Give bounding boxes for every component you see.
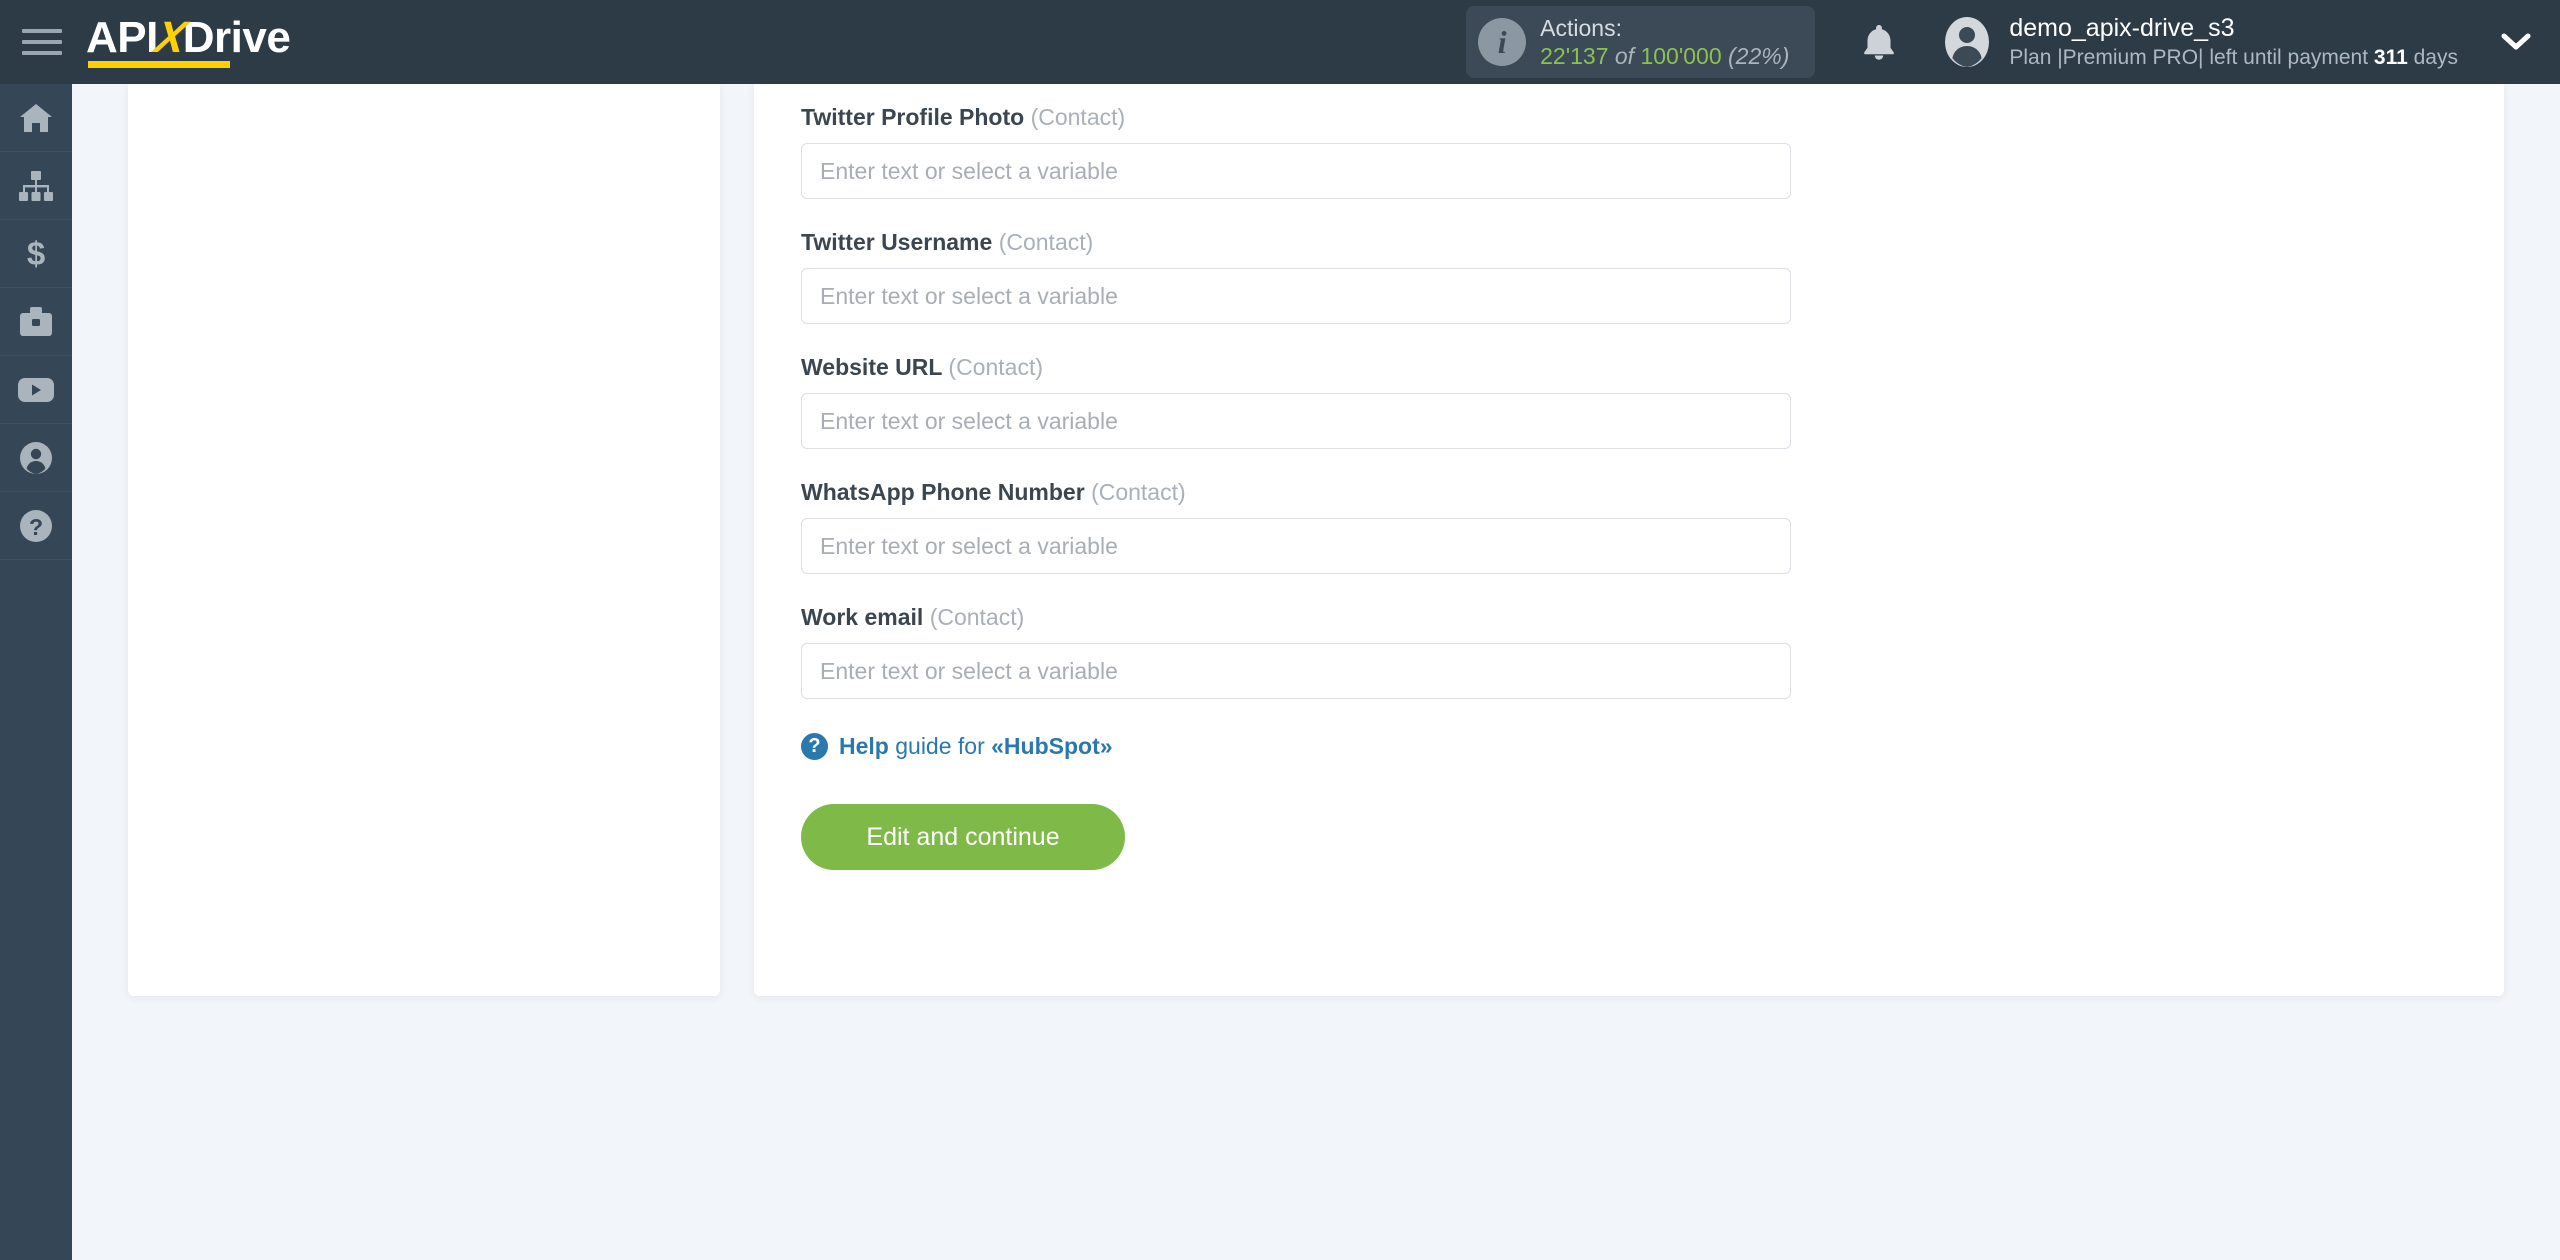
chevron-down-icon-svg [2501,33,2531,50]
svg-text:$: $ [27,236,45,272]
field-entity-tag: (Contact) [929,604,1025,630]
actions-used: 22'137 [1540,43,1609,69]
bell-icon-svg [1864,25,1895,60]
account-username: demo_apix-drive_s3 [2009,14,2235,43]
top-header-bar: APIXDrive i Actions: 22'137 of 100'000 (… [0,0,2560,84]
hamburger-line [22,29,62,33]
field-entity-tag: (Contact) [1091,479,1186,505]
help-word: Help [839,733,889,759]
account-text-block: demo_apix-drive_s3 Plan |Premium PRO| le… [2009,13,2458,71]
sidebar-item-help[interactable]: ? [0,492,72,560]
user-avatar-icon [1945,17,1990,67]
form-field-website-url: Website URL (Contact) [801,354,1811,449]
plan-suffix: days [2407,45,2458,69]
sitemap-icon [19,170,53,201]
svg-text:?: ? [29,514,43,540]
briefcase-icon [20,306,52,336]
bell-icon[interactable] [1861,22,1897,62]
help-guide-text: Help guide for «HubSpot» [839,733,1113,760]
sidebar-item-profile[interactable] [0,424,72,492]
help-guide-link[interactable]: ? Help guide for «HubSpot» [801,733,1113,760]
form-field-whatsapp-phone-number: WhatsApp Phone Number (Contact) [801,479,1811,574]
field-label-text: Work email [801,604,924,630]
hamburger-line [22,51,62,55]
actions-values: 22'137 of 100'000 (22%) [1540,42,1789,70]
plan-prefix: Plan |Premium PRO| left until payment [2009,45,2374,69]
field-label: Work email (Contact) [801,604,1811,631]
form-field-twitter-profile-photo: Twitter Profile Photo (Contact) [801,104,1811,199]
question-mark-icon: ? [801,733,828,760]
hamburger-menu-icon[interactable] [22,25,66,59]
field-label-text: Twitter Username [801,229,993,255]
sidebar-item-home[interactable] [0,84,72,152]
account-plan-info: Plan |Premium PRO| left until payment 31… [2009,45,2458,71]
actions-of: of [1614,43,1635,69]
header-right-group: i Actions: 22'137 of 100'000 (22%) demo_… [1466,0,2560,84]
plan-days: 311 [2373,45,2408,69]
chevron-down-icon[interactable] [2500,31,2532,53]
sidebar-item-connections[interactable] [0,152,72,220]
youtube-icon [18,377,54,402]
twitter-username-input[interactable] [801,268,1791,324]
field-entity-tag: (Contact) [998,229,1094,255]
actions-total: 100'000 [1640,43,1722,69]
field-label-text: Website URL [801,354,943,380]
sidebar-item-video[interactable] [0,356,72,424]
account-menu[interactable]: demo_apix-drive_s3 Plan |Premium PRO| le… [1941,13,2458,71]
logo-text-api: API [86,13,158,62]
website-url-input[interactable] [801,393,1791,449]
left-sidebar-nav: $ ? [0,84,72,1260]
help-middle-text: guide for [888,733,992,759]
question-circle-icon: ? [20,509,52,542]
actions-counter[interactable]: i Actions: 22'137 of 100'000 (22%) [1466,5,1816,79]
field-mapping-panel: Twitter Profile Photo (Contact) Twitter … [754,84,2504,996]
field-label-text: WhatsApp Phone Number [801,479,1085,505]
actions-counter-text: Actions: 22'137 of 100'000 (22%) [1540,14,1789,70]
field-label: Twitter Profile Photo (Contact) [801,104,1811,131]
field-mapping-form: Twitter Profile Photo (Contact) Twitter … [801,104,1811,870]
field-label: WhatsApp Phone Number (Contact) [801,479,1811,506]
edit-and-continue-button[interactable]: Edit and continue [801,804,1125,870]
field-label-text: Twitter Profile Photo [801,104,1025,130]
sidebar-item-business[interactable] [0,288,72,356]
logo-text-drive: Drive [182,13,291,62]
form-field-twitter-username: Twitter Username (Contact) [801,229,1811,324]
whatsapp-phone-number-input[interactable] [801,518,1791,574]
home-icon [20,103,52,132]
actions-label: Actions: [1540,14,1622,41]
field-entity-tag: (Contact) [948,354,1043,380]
work-email-input[interactable] [801,643,1791,699]
twitter-profile-photo-input[interactable] [801,143,1791,199]
help-service-name: «HubSpot» [991,733,1113,759]
field-label: Website URL (Contact) [801,354,1811,381]
dollar-icon: $ [27,236,45,272]
sidebar-item-pricing[interactable]: $ [0,220,72,288]
actions-percent: (22%) [1728,43,1790,69]
logo-underline [88,61,230,68]
left-content-panel [128,84,720,996]
form-field-work-email: Work email (Contact) [801,604,1811,699]
hamburger-line [22,40,62,44]
field-entity-tag: (Contact) [1030,104,1126,130]
info-icon: i [1478,18,1527,66]
user-circle-icon [20,441,52,474]
apixdrive-logo[interactable]: APIXDrive [86,13,291,68]
field-label: Twitter Username (Contact) [801,229,1811,256]
